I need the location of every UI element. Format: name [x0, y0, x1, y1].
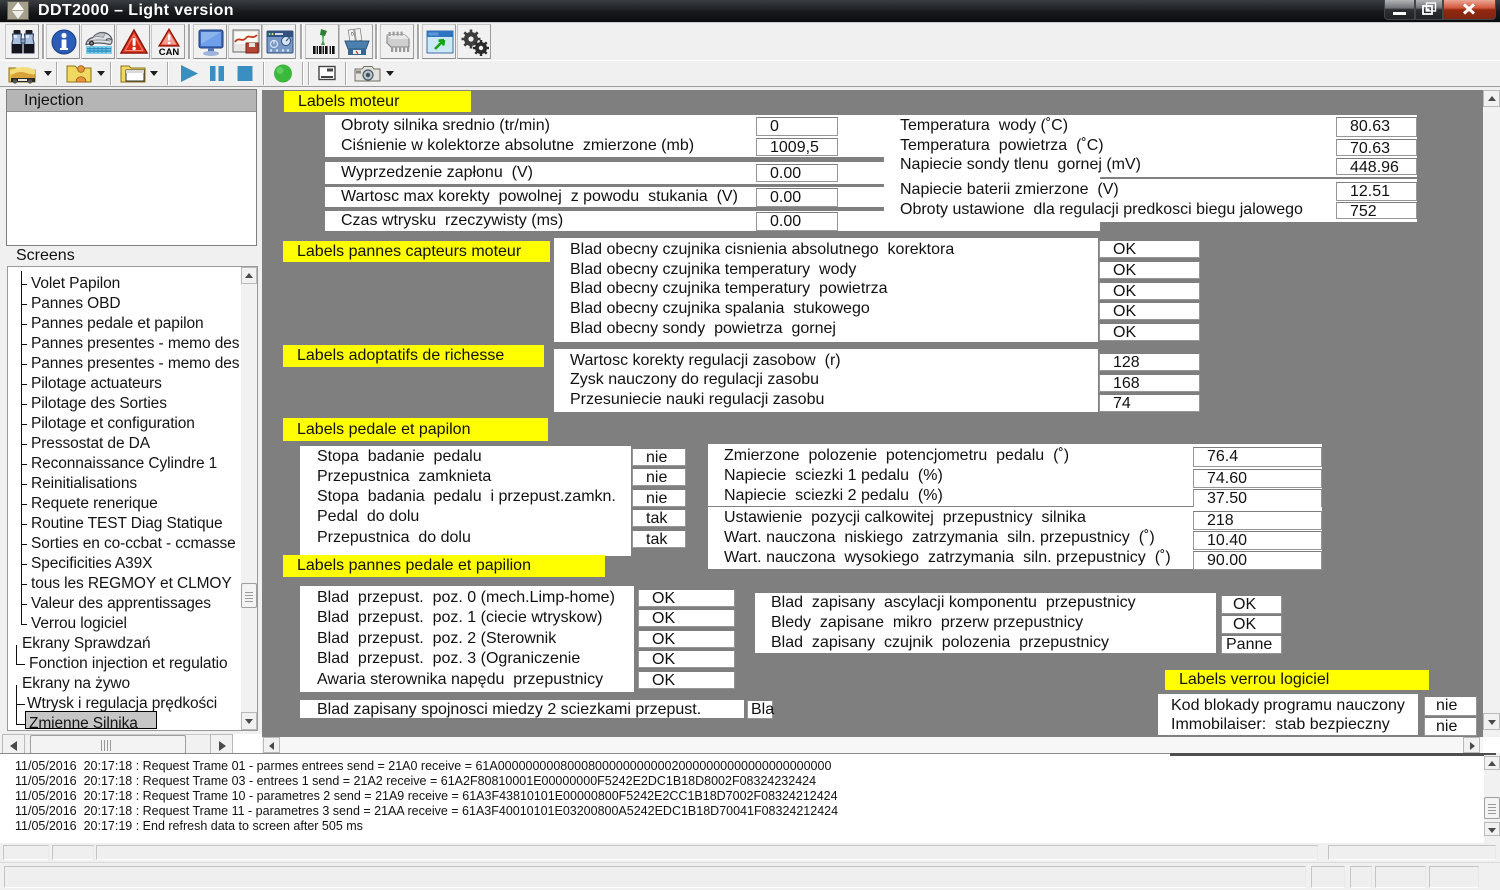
- svg-text:CAN: CAN: [159, 47, 180, 58]
